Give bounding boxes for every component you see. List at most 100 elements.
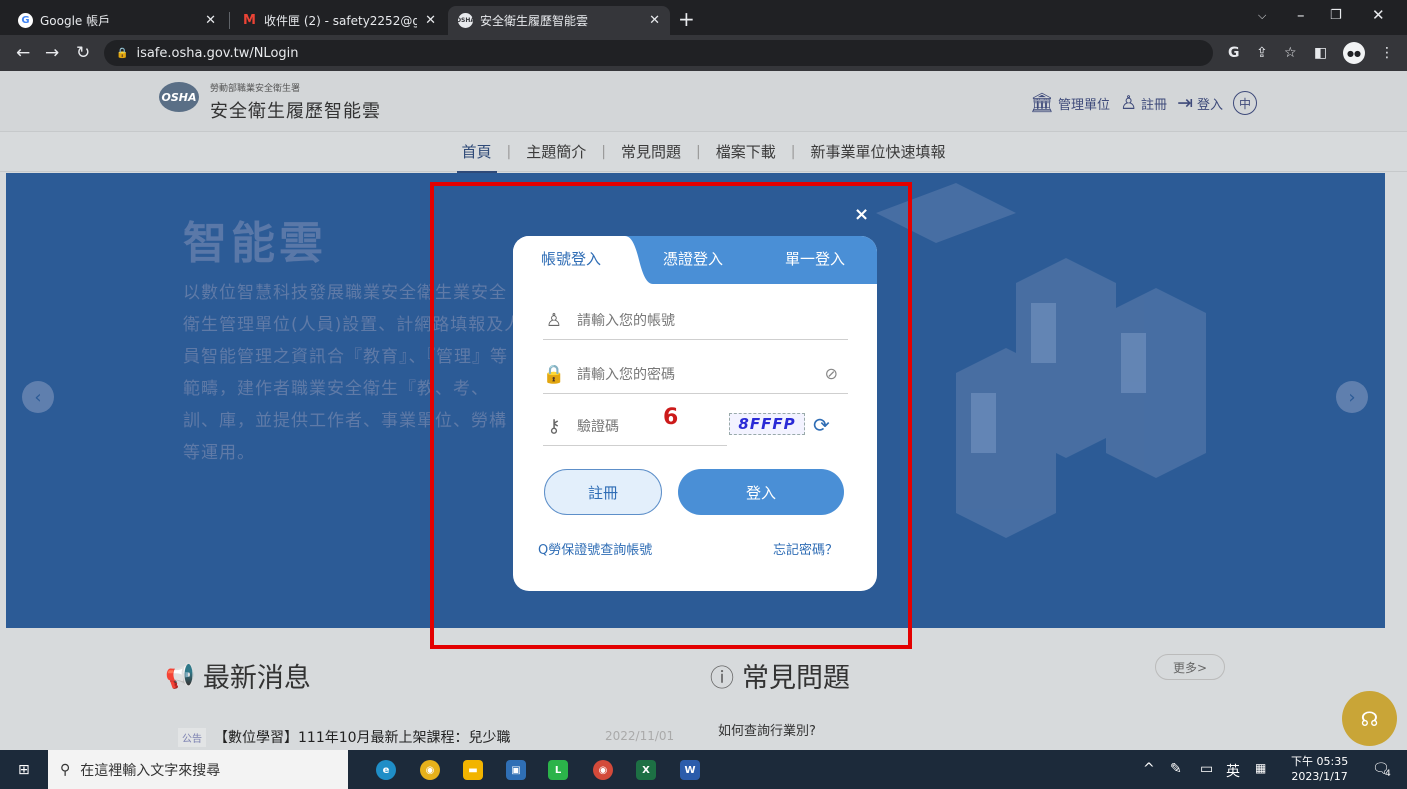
edge-icon[interactable]: e	[376, 760, 396, 780]
eye-slash-icon[interactable]: ⊘	[825, 364, 838, 383]
pen-icon[interactable]: ✎	[1170, 761, 1182, 777]
new-tab-button[interactable]: +	[678, 9, 695, 29]
osha-icon: OSHA	[456, 13, 475, 28]
windows-taskbar: ⊞ ⚲ 在這裡輸入文字來搜尋 e ◉ ▬ ▣ L ◉ X W ^ ✎ ▭ 英 ▦…	[0, 750, 1407, 789]
register-label: 註冊	[1141, 97, 1168, 113]
user-icon: ♙	[545, 310, 563, 331]
login-tabs: 帳號登入 憑證登入 單一登入	[513, 236, 877, 284]
server-illustration	[876, 183, 1206, 538]
search-icon: ⚲	[60, 761, 71, 778]
close-icon[interactable]: ✕	[649, 13, 660, 28]
faq-title-text: 常見問題	[742, 663, 850, 694]
taskbar-search[interactable]: ⚲ 在這裡輸入文字來搜尋	[48, 750, 348, 789]
language-toggle[interactable]: 中	[1233, 91, 1257, 115]
register-link[interactable]: ♙ 註冊	[1120, 93, 1168, 113]
chat-support-button[interactable]: ☊	[1342, 691, 1397, 746]
captcha-image: 8FFFP	[729, 413, 805, 435]
password-input[interactable]	[577, 366, 797, 383]
file-explorer-icon[interactable]: ▬	[463, 760, 483, 780]
tab-google-account[interactable]: G Google 帳戶 ✕	[8, 6, 226, 35]
nav-home[interactable]: 首頁	[447, 131, 507, 173]
site-header: OSHA 勞動部職業安全衛生署 安全衛生履歷智能雲 🏛 管理單位 ♙ 註冊 ⇥ …	[0, 71, 1407, 131]
megaphone-icon: 📢	[165, 661, 195, 690]
profile-avatar[interactable]: ●●	[1343, 42, 1365, 64]
chrome-icon[interactable]: ◉	[420, 760, 440, 780]
close-icon[interactable]: ✕	[425, 13, 436, 28]
nav-topic-intro[interactable]: 主題簡介	[511, 131, 601, 172]
question-icon: ⓘ	[710, 664, 734, 692]
maximize-button[interactable]: ❐	[1330, 8, 1342, 23]
site-name: 安全衛生履歷智能雲	[210, 101, 381, 122]
news-title-text: 最新消息	[202, 663, 311, 694]
nav-downloads[interactable]: 檔案下載	[701, 131, 791, 172]
reload-button[interactable]: ↻	[76, 43, 90, 63]
register-button[interactable]: 註冊	[544, 469, 662, 515]
lock-icon: 🔒	[116, 47, 129, 59]
share-icon[interactable]: ⇪	[1256, 45, 1268, 61]
taskbar-search-text: 在這裡輸入文字來搜尋	[80, 762, 221, 779]
back-button[interactable]: ←	[16, 43, 30, 63]
news-date: 2022/11/01	[605, 729, 675, 743]
tab-isafe[interactable]: OSHA 安全衛生履歷智能雲 ✕	[448, 6, 670, 35]
ime-mode[interactable]: 英	[1226, 761, 1240, 781]
word-icon[interactable]: W	[680, 760, 700, 780]
line-icon[interactable]: L	[548, 760, 568, 780]
more-button[interactable]: 更多>	[1155, 654, 1225, 680]
modal-close-button[interactable]: ×	[854, 204, 869, 225]
tab-title: 安全衛生履歷智能雲	[480, 14, 589, 28]
tray-expand-icon[interactable]: ^	[1143, 761, 1155, 777]
captcha-input[interactable]	[577, 418, 697, 435]
tab-certificate-login[interactable]: 憑證登入	[663, 248, 723, 269]
windows-start-icon[interactable]: ⊞	[18, 762, 30, 778]
minimize-button[interactable]: –	[1297, 6, 1305, 24]
window-app-icon[interactable]: ▣	[506, 760, 526, 780]
admin-link[interactable]: 🏛 管理單位	[1029, 91, 1110, 114]
login-button[interactable]: 登入	[678, 469, 844, 515]
account-input[interactable]	[577, 312, 797, 329]
tab-sso-login[interactable]: 單一登入	[785, 248, 845, 269]
keyboard-icon[interactable]: ▭	[1200, 761, 1213, 777]
prev-slide-button[interactable]: ‹	[22, 381, 54, 413]
news-item[interactable]: 公告 【數位學習】111年10月最新上架課程：兒少職	[178, 727, 511, 747]
osha-logo[interactable]: OSHA	[159, 82, 199, 112]
next-slide-button[interactable]: ›	[1336, 381, 1368, 413]
clock-date: 2023/1/17	[1291, 770, 1348, 783]
tab-title: Google 帳戶	[40, 14, 111, 28]
tab-search-icon[interactable]: ⌵	[1258, 9, 1266, 23]
excel-icon[interactable]: X	[636, 760, 656, 780]
close-icon[interactable]: ✕	[205, 13, 216, 28]
login-modal: 帳號登入 憑證登入 單一登入 ♙ 🔒 ⊘ ⚷ 6 8FFFP ⟳ 註冊 登入 Q…	[513, 236, 877, 591]
admin-label: 管理單位	[1057, 97, 1110, 113]
labor-id-lookup-link[interactable]: Q勞保證號查詢帳號	[538, 539, 652, 558]
tab-title: 收件匣 (2) - safety2252@gmail.	[264, 14, 418, 28]
faq-title: ⓘ 常見問題	[710, 656, 850, 695]
browser-toolbar: ← → ↻ 🔒 isafe.osha.gov.tw/NLogin G ⇪ ☆ ◧…	[0, 35, 1407, 71]
captcha-field: ⚷	[543, 408, 727, 446]
faq-item[interactable]: 如何查詢行業別?	[718, 720, 816, 739]
google-lens-icon[interactable]: G	[1228, 45, 1240, 61]
window-close-button[interactable]: ✕	[1372, 6, 1385, 24]
refresh-captcha-icon[interactable]: ⟳	[813, 413, 830, 437]
account-field: ♙	[543, 302, 848, 340]
chrome-profile-icon[interactable]: ◉	[593, 760, 613, 780]
login-label: 登入	[1196, 97, 1223, 113]
forgot-password-link[interactable]: 忘記密碼？	[773, 539, 838, 558]
nav-faq[interactable]: 常見問題	[606, 131, 696, 172]
announcement-tag: 公告	[178, 727, 206, 747]
banner-title: 智能雲	[183, 218, 327, 269]
lock-icon: 🔒	[542, 364, 566, 385]
tab-gmail[interactable]: M 收件匣 (2) - safety2252@gmail. ✕	[232, 6, 446, 35]
forward-button[interactable]: →	[45, 43, 59, 63]
ime-speed-icon[interactable]: ▦	[1255, 761, 1266, 775]
bookmark-star-icon[interactable]: ☆	[1284, 45, 1297, 61]
login-link[interactable]: ⇥ 登入	[1177, 93, 1223, 113]
address-bar[interactable]: 🔒 isafe.osha.gov.tw/NLogin	[104, 40, 1213, 66]
side-panel-icon[interactable]: ◧	[1314, 45, 1327, 61]
gmail-icon: M	[243, 13, 256, 28]
building-icon: 🏛	[1029, 91, 1054, 114]
tab-account-login[interactable]: 帳號登入	[541, 248, 601, 269]
annotation-number: 6	[663, 405, 679, 430]
nav-quick-report[interactable]: 新事業單位快速填報	[795, 131, 960, 172]
menu-kebab-icon[interactable]: ⋮	[1380, 45, 1394, 61]
system-clock[interactable]: 下午 05:35 2023/1/17	[1291, 754, 1348, 784]
